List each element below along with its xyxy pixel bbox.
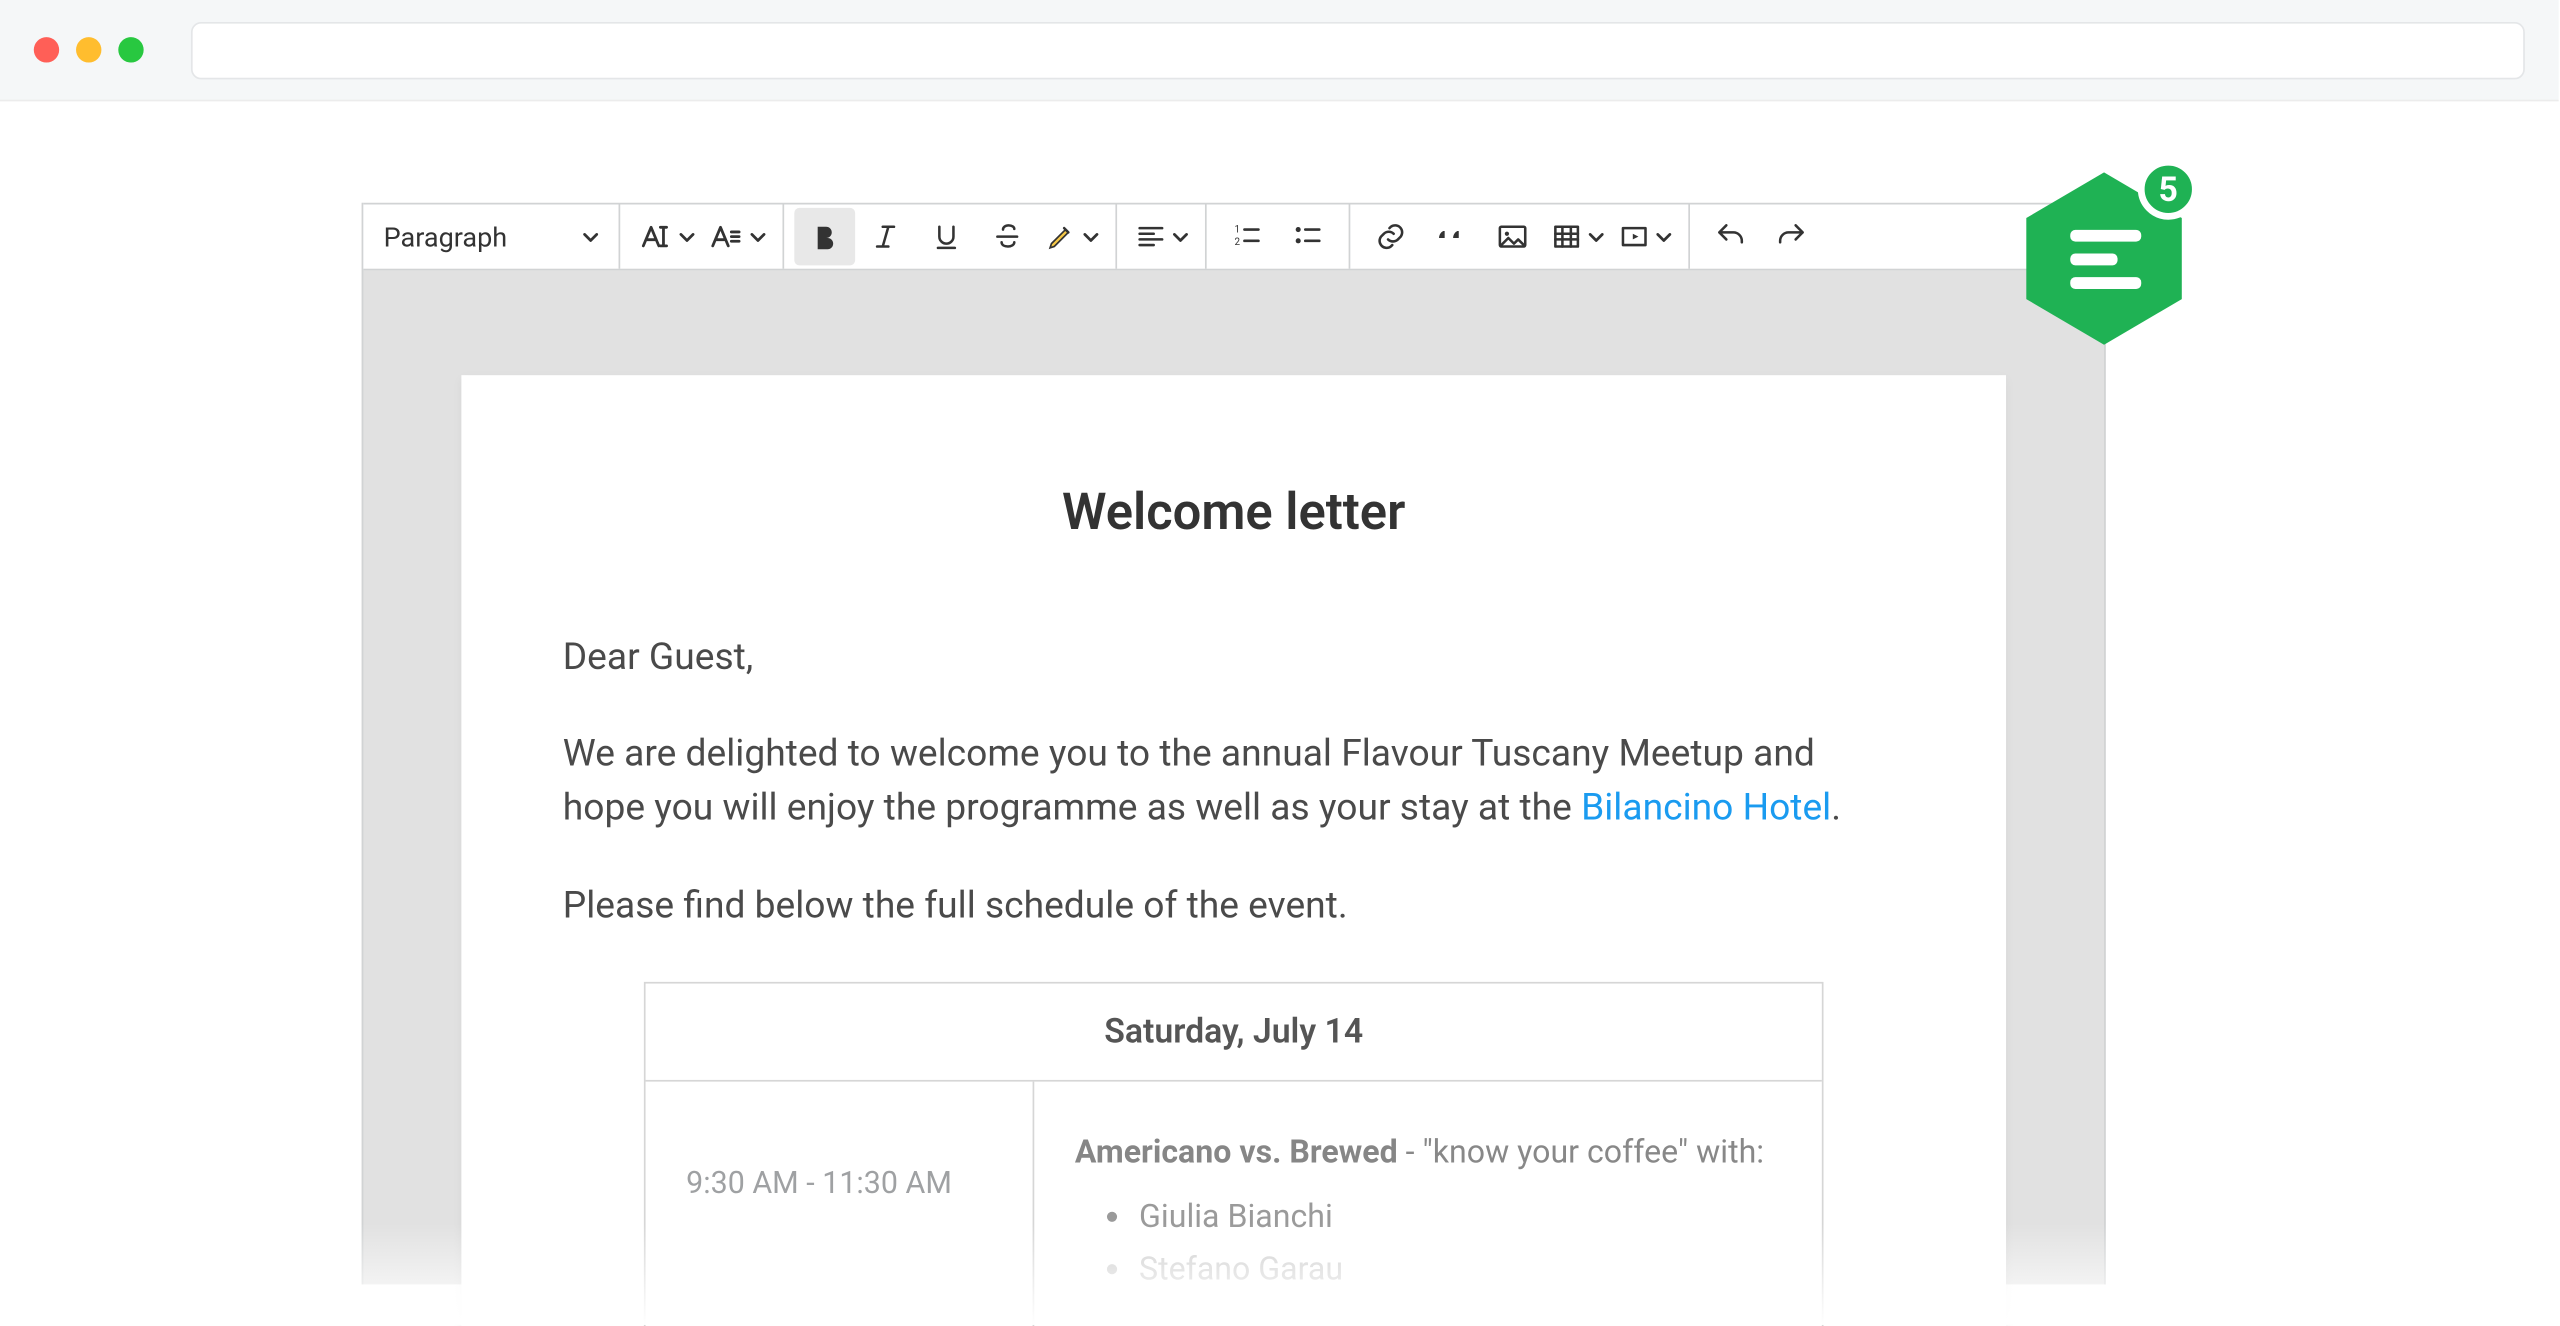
case-dropdown[interactable]: [630, 208, 701, 265]
heading-dropdown-label: Paragraph: [384, 221, 508, 253]
editor-toolbar: Paragraph: [363, 203, 2104, 271]
window-controls: [34, 37, 144, 62]
hotel-link[interactable]: Bilancino Hotel: [1581, 788, 1831, 830]
window-close-dot[interactable]: [34, 37, 59, 62]
session-title-rest: - "know your coffee" with:: [1398, 1132, 1764, 1171]
browser-chrome: [0, 0, 2559, 101]
media-dropdown[interactable]: [1611, 208, 1679, 265]
numbered-list-button[interactable]: 1 2: [1217, 208, 1278, 265]
list-item: Stefano Garau: [1139, 1246, 1781, 1293]
schedule-body-cell: Americano vs. Brewed - "know your coffee…: [1034, 1082, 1822, 1326]
list-item: Giulia Bianchi: [1139, 1192, 1781, 1239]
window-minimize-dot[interactable]: [76, 37, 101, 62]
document-page[interactable]: Welcome letter Dear Guest, We are deligh…: [461, 375, 2006, 1326]
intro-paragraph: We are delighted to welcome you to the a…: [563, 729, 1905, 837]
speakers-list: Giulia Bianchi Stefano Garau: [1075, 1192, 1781, 1292]
svg-text:2: 2: [1235, 237, 1241, 248]
strikethrough-button[interactable]: [977, 208, 1038, 265]
schedule-time-cell: 9:30 AM - 11:30 AM: [646, 1082, 1035, 1326]
schedule-table: Saturday, July 14 9:30 AM - 11:30 AM Ame…: [644, 982, 1824, 1326]
image-button[interactable]: [1482, 208, 1543, 265]
redo-button[interactable]: [1761, 208, 1822, 265]
svg-text:1: 1: [1235, 224, 1241, 235]
window-zoom-dot[interactable]: [118, 37, 143, 62]
schedule-day-header: Saturday, July 14: [646, 984, 1822, 1082]
undo-button[interactable]: [1700, 208, 1761, 265]
heading-dropdown[interactable]: Paragraph: [363, 204, 620, 268]
bold-button[interactable]: [794, 208, 855, 265]
link-button[interactable]: [1360, 208, 1421, 265]
blockquote-button[interactable]: [1421, 208, 1482, 265]
greeting-line: Dear Guest,: [563, 631, 1905, 685]
schedule-intro-line: Please find below the full schedule of t…: [563, 881, 1905, 935]
badge-lines-icon: [2070, 230, 2141, 289]
session-title-bold: Americano vs. Brewed: [1075, 1132, 1398, 1171]
session-title: Americano vs. Brewed - "know your coffee…: [1075, 1129, 1781, 1176]
align-dropdown[interactable]: [1127, 208, 1195, 265]
intro-text-post: .: [1831, 788, 1841, 830]
bulleted-list-button[interactable]: [1278, 208, 1339, 265]
document-title: Welcome letter: [563, 477, 1905, 551]
product-badge[interactable]: 5: [2020, 166, 2189, 352]
table-row: 9:30 AM - 11:30 AM Americano vs. Brewed …: [646, 1082, 1822, 1326]
editor-container: Paragraph: [362, 203, 2106, 1285]
font-size-dropdown[interactable]: [701, 208, 772, 265]
italic-button[interactable]: [855, 208, 916, 265]
address-bar[interactable]: [191, 21, 2525, 78]
badge-count: 5: [2138, 159, 2199, 220]
underline-button[interactable]: [916, 208, 977, 265]
table-dropdown[interactable]: [1543, 208, 1611, 265]
highlight-dropdown[interactable]: [1038, 208, 1106, 265]
